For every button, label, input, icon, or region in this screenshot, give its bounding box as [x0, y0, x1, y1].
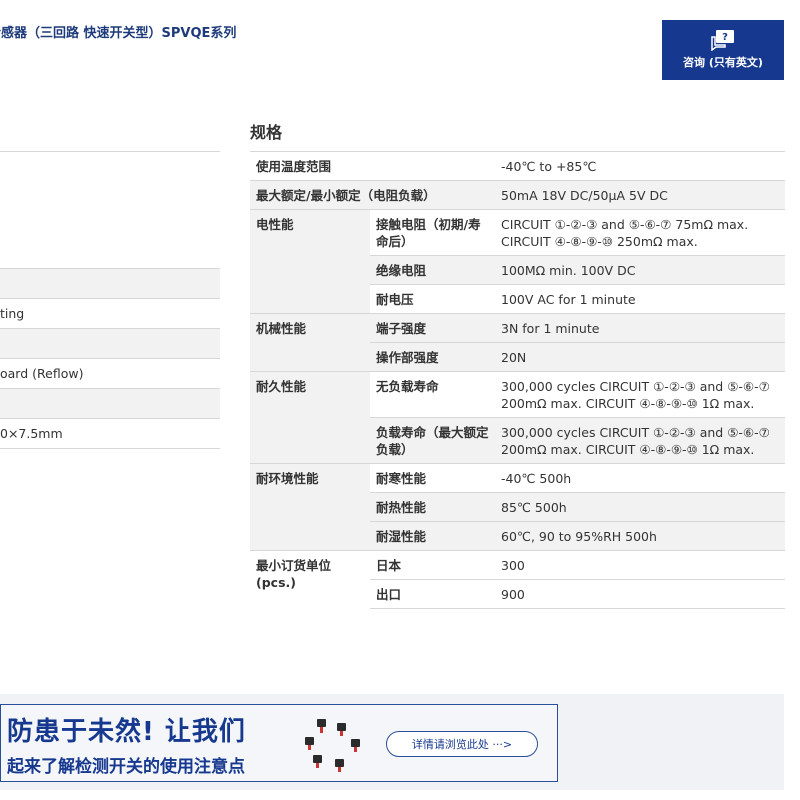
spec-heading: 规格	[250, 123, 283, 142]
spec-value: 300	[495, 550, 785, 580]
left-list-row	[0, 239, 220, 269]
spec-label: 最大额定/最小额定（电阻负载）	[250, 180, 495, 210]
spec-sublabel: 耐热性能	[370, 492, 495, 522]
left-list-row: oard (Reflow)	[0, 359, 220, 389]
left-list-row: ting	[0, 299, 220, 329]
spec-sublabel: 无负载寿命	[370, 371, 495, 418]
spec-sublabel: 接触电阻（初期/寿命后）	[370, 209, 495, 256]
spec-value: 60℃, 90 to 95%RH 500h	[495, 521, 785, 551]
spec-sublabel: 负载寿命（最大额定负载）	[370, 417, 495, 464]
spec-value: 900	[495, 579, 785, 609]
spec-value: 20N	[495, 342, 785, 372]
spec-group-label: 电性能	[250, 209, 370, 314]
spec-group-label: 耐环境性能	[250, 463, 370, 551]
spec-value: 300,000 cycles CIRCUIT ①-②-③ and ⑤-⑥-⑦ 2…	[495, 417, 785, 464]
spec-sublabel: 端子强度	[370, 313, 495, 343]
spec-sublabel: 日本	[370, 550, 495, 580]
left-list-row	[0, 152, 220, 181]
table-row: 耐环境性能 耐寒性能 -40℃ 500h	[250, 463, 785, 551]
banner-frame[interactable]: 防患于未然! 让我们 起来了解检测开关的使用注意点 详情请浏览此处 ···>	[0, 704, 558, 782]
view-details-button[interactable]: 详情请浏览此处 ···>	[386, 731, 538, 757]
table-row: 最小订货单位(pcs.) 日本 300	[250, 550, 785, 609]
left-list-row: 0×7.5mm	[0, 419, 220, 449]
table-row: 使用温度范围 -40℃ to +85℃	[250, 151, 785, 181]
spec-sublabel: 绝缘电阻	[370, 255, 495, 285]
spec-table: 使用温度范围 -40℃ to +85℃ 最大额定/最小额定（电阻负载） 50mA…	[250, 151, 785, 609]
table-row: 电性能 接触电阻（初期/寿命后） CIRCUIT ①-②-③ and ⑤-⑥-⑦…	[250, 209, 785, 314]
spec-value: -40℃ 500h	[495, 463, 785, 493]
spec-sublabel: 操作部强度	[370, 342, 495, 372]
table-row: 最大额定/最小额定（电阻负载） 50mA 18V DC/50μA 5V DC	[250, 180, 785, 210]
table-row: 耐久性能 无负载寿命 300,000 cycles CIRCUIT ①-②-③ …	[250, 371, 785, 464]
left-list-row	[0, 210, 220, 239]
spec-value: 100MΩ min. 100V DC	[495, 255, 785, 285]
switch-products-image	[305, 719, 360, 772]
left-list-row	[0, 181, 220, 210]
table-row: 机械性能 端子强度 3N for 1 minute	[250, 313, 785, 372]
spec-sublabel: 出口	[370, 579, 495, 609]
inquiry-label: 咨询 (只有英文)	[683, 56, 763, 69]
inquiry-button[interactable]: ? 咨询 (只有英文)	[662, 20, 784, 80]
banner-headline: 防患于未然! 让我们	[7, 717, 246, 747]
spec-group-label: 机械性能	[250, 313, 370, 372]
spec-value: CIRCUIT ①-②-③ and ⑤-⑥-⑦ 75mΩ max. CIRCUI…	[495, 209, 785, 256]
svg-text:?: ?	[722, 32, 728, 43]
left-list-row	[0, 329, 220, 359]
banner-subline: 起来了解检测开关的使用注意点	[7, 757, 245, 777]
spec-sublabel: 耐电压	[370, 284, 495, 314]
safety-banner[interactable]: 防患于未然! 让我们 起来了解检测开关的使用注意点 详情请浏览此处 ···>	[0, 694, 784, 790]
left-list-row	[0, 389, 220, 419]
spec-value: 3N for 1 minute	[495, 313, 785, 343]
spec-sublabel: 耐寒性能	[370, 463, 495, 493]
spec-sublabel: 耐湿性能	[370, 521, 495, 551]
page-title: 传感器（三回路 快速开关型）SPVQE系列	[0, 26, 237, 41]
spec-group-label: 耐久性能	[250, 371, 370, 464]
spec-value: 85℃ 500h	[495, 492, 785, 522]
left-spec-list: ting oard (Reflow) 0×7.5mm	[0, 151, 220, 449]
spec-value: 100V AC for 1 minute	[495, 284, 785, 314]
spec-group-label: 最小订货单位(pcs.)	[250, 550, 370, 609]
spec-value: 300,000 cycles CIRCUIT ①-②-③ and ⑤-⑥-⑦ 2…	[495, 371, 785, 418]
spec-value: -40℃ to +85℃	[495, 151, 785, 181]
spec-label: 使用温度范围	[250, 151, 495, 181]
left-list-row	[0, 269, 220, 299]
chat-question-icon: ?	[711, 30, 734, 51]
spec-value: 50mA 18V DC/50μA 5V DC	[495, 180, 785, 210]
